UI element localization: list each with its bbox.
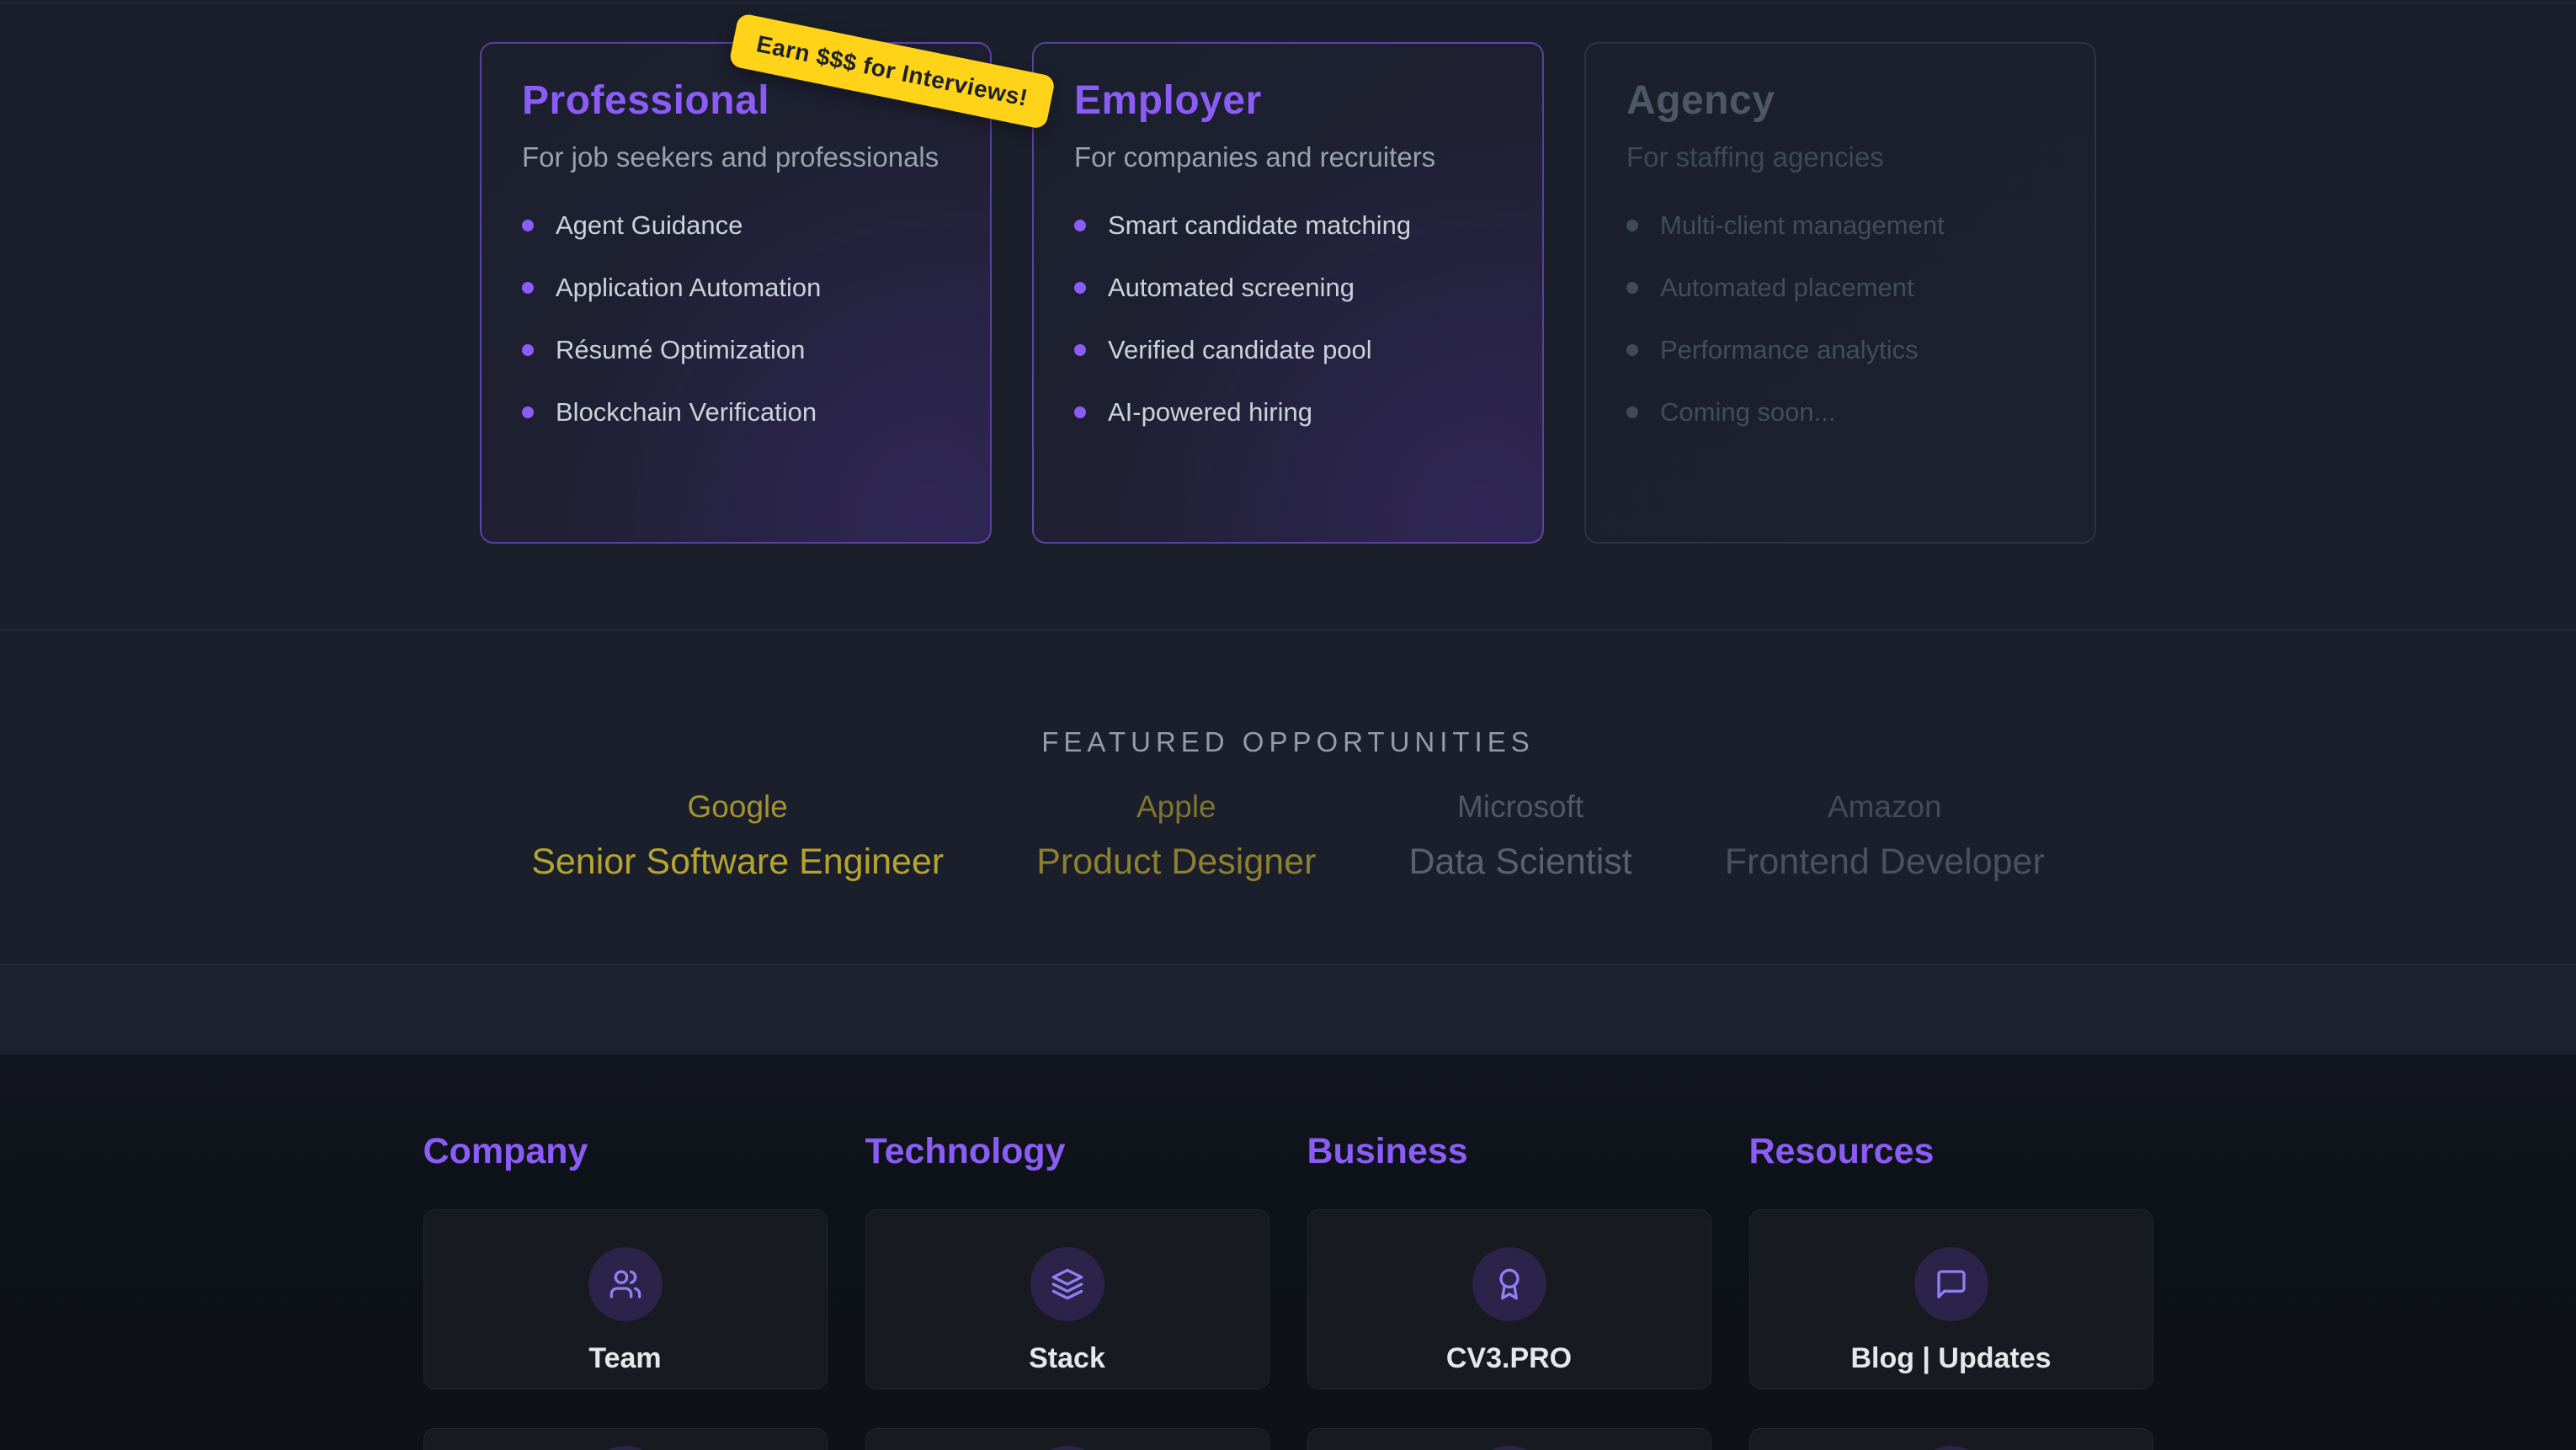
feature-label: Agent Guidance <box>556 210 742 241</box>
footer-columns: Company Team Technology <box>0 1132 2576 1450</box>
feature-item: Résumé Optimization <box>522 335 950 365</box>
footer-card-label: Team <box>588 1341 661 1375</box>
plan-card-agency: Agency For staffing agencies Multi-clien… <box>1584 42 2096 544</box>
footer-card-label: CV3.PRO <box>1446 1341 1572 1375</box>
plan-title: Agency <box>1626 79 2054 123</box>
bullet-dot-icon <box>522 282 534 294</box>
footer-section: Company Team Technology <box>0 1054 2576 1450</box>
bullet-dot-icon <box>1074 220 1086 231</box>
footer-card-partial[interactable] <box>1749 1428 2153 1450</box>
plan-tagline: For job seekers and professionals <box>522 141 950 173</box>
bullet-dot-icon <box>522 406 534 418</box>
plan-card-employer[interactable]: Employer For companies and recruiters Sm… <box>1032 42 1544 544</box>
footer-card-team[interactable]: Team <box>423 1209 828 1389</box>
plan-card-professional[interactable]: Earn $$$ for Interviews! Professional Fo… <box>480 42 992 544</box>
feature-label: Automated screening <box>1108 273 1355 303</box>
hidden-icon <box>588 1446 663 1450</box>
feature-item: Performance analytics <box>1626 335 2054 365</box>
footer-card-partial[interactable] <box>865 1428 1269 1450</box>
job-title: Product Designer <box>1036 842 1316 882</box>
award-icon <box>1472 1247 1546 1321</box>
plan-feature-list: Smart candidate matching Automated scree… <box>1074 210 1502 428</box>
footer-card-label: Stack <box>1029 1341 1105 1375</box>
hidden-icon <box>1472 1446 1546 1450</box>
feature-label: Automated placement <box>1660 273 1914 303</box>
bullet-dot-icon <box>1074 282 1086 294</box>
footer-heading: Business <box>1307 1132 1711 1171</box>
job-company: Amazon <box>1725 789 2045 825</box>
footer-heading: Technology <box>865 1132 1269 1171</box>
feature-item: Verified candidate pool <box>1074 335 1502 365</box>
job-title: Senior Software Engineer <box>531 842 944 882</box>
footer-heading: Company <box>423 1132 828 1171</box>
featured-heading: FEATURED OPPORTUNITIES <box>0 727 2576 757</box>
footer-card-partial[interactable] <box>1307 1428 1711 1450</box>
feature-item: Automated screening <box>1074 273 1502 303</box>
footer-col-business: Business CV3.PRO <box>1307 1132 1711 1450</box>
feature-item: Smart candidate matching <box>1074 210 1502 241</box>
job-company: Google <box>531 789 944 825</box>
feature-item: Automated placement <box>1626 273 2054 303</box>
footer-heading: Resources <box>1749 1132 2153 1171</box>
job-company: Microsoft <box>1408 789 1631 825</box>
featured-job-google[interactable]: Google Senior Software Engineer <box>531 789 944 882</box>
feature-label: Blockchain Verification <box>556 397 817 428</box>
featured-jobs-row: Google Senior Software Engineer Apple Pr… <box>0 789 2576 882</box>
bullet-dot-icon <box>1626 406 1638 418</box>
featured-job-apple[interactable]: Apple Product Designer <box>1036 789 1316 882</box>
message-square-icon <box>1914 1247 1988 1321</box>
plan-tagline: For staffing agencies <box>1626 141 2054 173</box>
landing-page: Earn $$$ for Interviews! Professional Fo… <box>0 0 2576 1450</box>
plan-feature-list: Multi-client management Automated placem… <box>1626 210 2054 428</box>
feature-item: Agent Guidance <box>522 210 950 241</box>
plan-title: Employer <box>1074 79 1502 123</box>
feature-item: AI-powered hiring <box>1074 397 1502 428</box>
bullet-dot-icon <box>1626 282 1638 294</box>
feature-label: Verified candidate pool <box>1108 335 1372 365</box>
feature-item: Coming soon... <box>1626 397 2054 428</box>
featured-opportunities-section: FEATURED OPPORTUNITIES Google Senior Sof… <box>0 629 2576 964</box>
bullet-dot-icon <box>1626 220 1638 231</box>
footer-col-technology: Technology Stack <box>865 1132 1269 1450</box>
plan-tagline: For companies and recruiters <box>1074 141 1502 173</box>
footer-card-cv3pro[interactable]: CV3.PRO <box>1307 1209 1711 1389</box>
footer-card-stack[interactable]: Stack <box>865 1209 1269 1389</box>
footer-col-resources: Resources Blog | Updates <box>1749 1132 2153 1450</box>
footer-col-company: Company Team <box>423 1132 828 1450</box>
bullet-dot-icon <box>522 220 534 231</box>
feature-item: Multi-client management <box>1626 210 2054 241</box>
feature-item: Application Automation <box>522 273 950 303</box>
featured-job-microsoft[interactable]: Microsoft Data Scientist <box>1408 789 1631 882</box>
job-title: Data Scientist <box>1408 842 1631 882</box>
hidden-icon <box>1914 1446 1988 1450</box>
bullet-dot-icon <box>1074 406 1086 418</box>
plans-section: Earn $$$ for Interviews! Professional Fo… <box>0 3 2576 629</box>
feature-label: Application Automation <box>556 273 821 303</box>
layers-icon <box>1030 1247 1104 1321</box>
plan-feature-list: Agent Guidance Application Automation Ré… <box>522 210 950 428</box>
footer-card-label: Blog | Updates <box>1850 1341 2051 1375</box>
users-icon <box>588 1247 663 1321</box>
feature-item: Blockchain Verification <box>522 397 950 428</box>
job-title: Frontend Developer <box>1725 842 2045 882</box>
feature-label: Multi-client management <box>1660 210 1945 241</box>
featured-job-amazon[interactable]: Amazon Frontend Developer <box>1725 789 2045 882</box>
feature-label: Performance analytics <box>1660 335 1919 365</box>
bullet-dot-icon <box>522 344 534 356</box>
feature-label: AI-powered hiring <box>1108 397 1312 428</box>
job-company: Apple <box>1036 789 1316 825</box>
hidden-icon <box>1030 1446 1104 1450</box>
feature-label: Résumé Optimization <box>556 335 805 365</box>
footer-card-blog[interactable]: Blog | Updates <box>1749 1209 2153 1389</box>
bullet-dot-icon <box>1074 344 1086 356</box>
bullet-dot-icon <box>1626 344 1638 356</box>
section-spacer-band <box>0 964 2576 1054</box>
feature-label: Smart candidate matching <box>1108 210 1411 241</box>
footer-card-partial[interactable] <box>423 1428 828 1450</box>
feature-label: Coming soon... <box>1660 397 1836 428</box>
